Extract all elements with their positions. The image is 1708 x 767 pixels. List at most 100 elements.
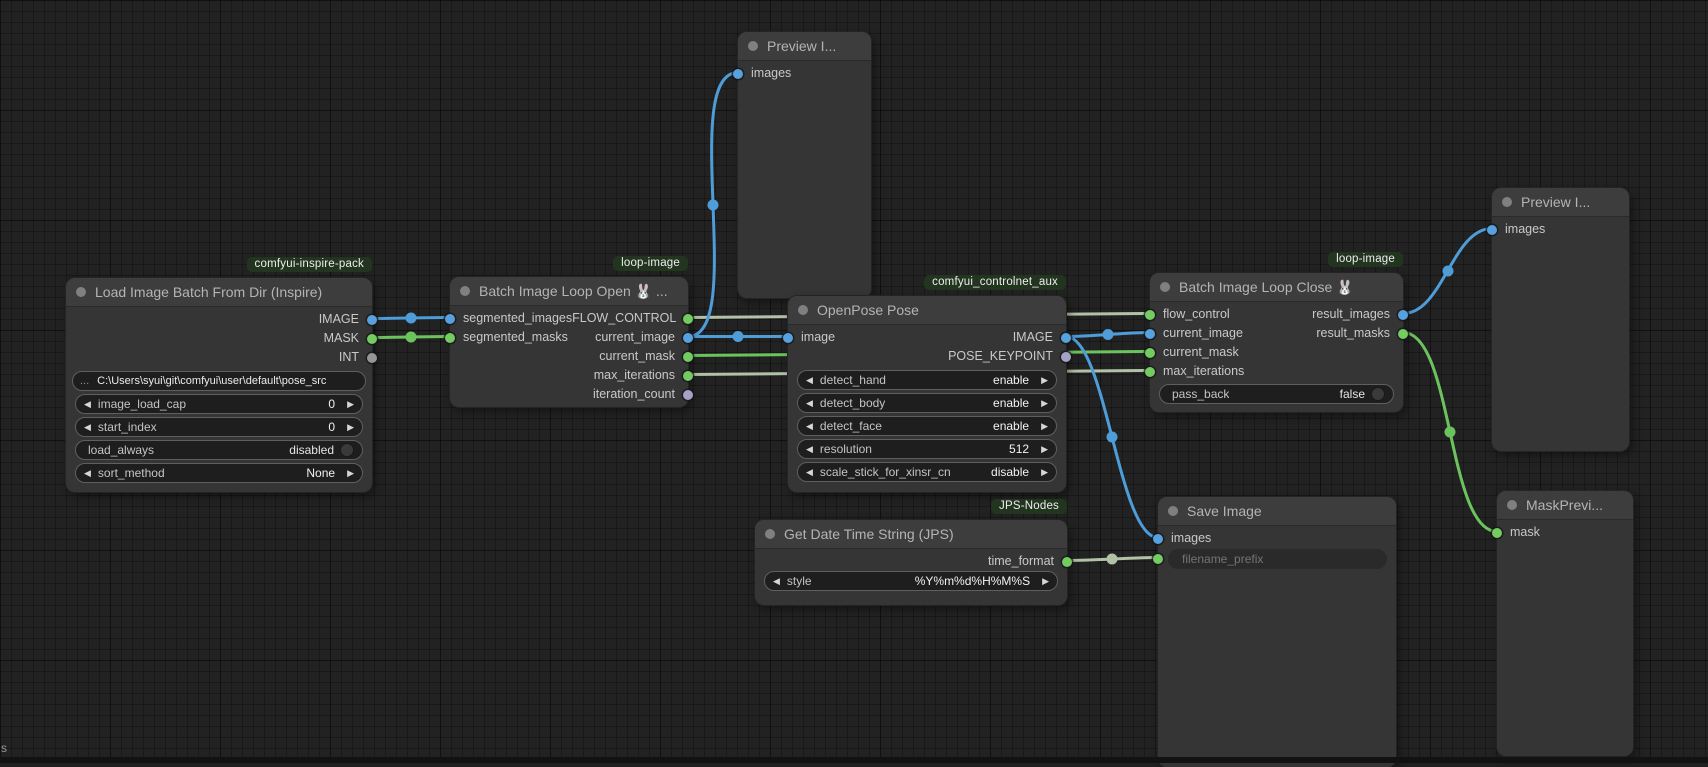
input-port-mask[interactable] [1492, 528, 1502, 538]
node-load-image-batch[interactable]: comfyui-inspire-pack Load Image Batch Fr… [66, 278, 372, 492]
link-dot[interactable] [406, 313, 417, 324]
collapse-dot-icon[interactable] [460, 286, 470, 296]
detect-body-widget[interactable]: detect_body enable [797, 393, 1057, 413]
node-title-bar[interactable]: Preview I... [1492, 188, 1629, 217]
input-port-images[interactable] [733, 69, 743, 79]
decrement-arrow-icon[interactable] [773, 577, 780, 586]
decrement-arrow-icon[interactable] [84, 469, 91, 478]
collapse-dot-icon[interactable] [1160, 282, 1170, 292]
increment-arrow-icon[interactable] [347, 400, 354, 409]
node-save-image[interactable]: Save Image images filename_prefix [1158, 497, 1396, 767]
increment-arrow-icon[interactable] [347, 423, 354, 432]
collapse-dot-icon[interactable] [1507, 500, 1517, 510]
input-port-image[interactable] [783, 333, 793, 343]
output-port-current-mask[interactable] [683, 352, 693, 362]
node-get-date-time-string[interactable]: JPS-Nodes Get Date Time String (JPS) tim… [755, 520, 1067, 605]
input-port-images[interactable] [1153, 534, 1163, 544]
node-title-bar[interactable]: Get Date Time String (JPS) [755, 520, 1067, 549]
node-preview-image-right[interactable]: Preview I... images [1492, 188, 1629, 451]
scale-stick-widget[interactable]: scale_stick_for_xinsr_cn disable [797, 462, 1057, 482]
sort-method-widget[interactable]: sort_method None [75, 463, 363, 483]
node-preview-image-top[interactable]: Preview I... images [738, 32, 871, 298]
decrement-arrow-icon[interactable] [806, 376, 813, 385]
increment-arrow-icon[interactable] [1042, 577, 1049, 586]
collapse-dot-icon[interactable] [748, 41, 758, 51]
output-slot-label: IMAGE [319, 310, 359, 329]
output-port-max-iterations[interactable] [683, 371, 693, 381]
output-port-flow-control[interactable] [683, 314, 693, 324]
decrement-arrow-icon[interactable] [806, 399, 813, 408]
output-port-time-format[interactable] [1062, 557, 1072, 567]
decrement-arrow-icon[interactable] [806, 445, 813, 454]
output-port-pose-keypoint[interactable] [1061, 352, 1071, 362]
image-load-cap-widget[interactable]: image_load_cap 0 [75, 394, 363, 414]
link-dot[interactable] [708, 200, 719, 211]
output-port-iteration-count[interactable] [683, 390, 693, 400]
input-port-segmented-images[interactable] [445, 314, 455, 324]
node-title-bar[interactable]: MaskPrevi... [1497, 491, 1633, 520]
toggle-knob-icon[interactable] [340, 443, 354, 457]
collapse-dot-icon[interactable] [76, 287, 86, 297]
link-dot[interactable] [1103, 329, 1114, 340]
increment-arrow-icon[interactable] [1041, 376, 1048, 385]
widget-value: disabled [289, 443, 334, 457]
input-port-images[interactable] [1487, 225, 1497, 235]
output-slot-label: MASK [324, 329, 359, 348]
node-batch-image-loop-close[interactable]: loop-image Batch Image Loop Close 🐰 flow… [1150, 273, 1403, 412]
link-dot[interactable] [733, 331, 744, 342]
link-dot[interactable] [1443, 266, 1454, 277]
increment-arrow-icon[interactable] [1041, 399, 1048, 408]
increment-arrow-icon[interactable] [1041, 445, 1048, 454]
slot-row: max_iterations [450, 366, 688, 385]
decrement-arrow-icon[interactable] [806, 468, 813, 477]
widget-label: load_always [88, 443, 154, 457]
input-port-max-iterations[interactable] [1145, 367, 1155, 377]
node-title: Get Date Time String (JPS) [784, 526, 954, 542]
node-mask-preview[interactable]: MaskPrevi... mask [1497, 491, 1633, 756]
input-port-current-mask[interactable] [1145, 348, 1155, 358]
increment-arrow-icon[interactable] [347, 469, 354, 478]
decrement-arrow-icon[interactable] [806, 422, 813, 431]
output-port-current-image[interactable] [683, 333, 693, 343]
toggle-knob-icon[interactable] [1371, 387, 1385, 401]
output-port-int[interactable] [367, 353, 377, 363]
node-title-bar[interactable]: OpenPose Pose [788, 296, 1066, 325]
node-title-bar[interactable]: Batch Image Loop Open 🐰 ... [450, 277, 688, 306]
input-port-flow-control[interactable] [1145, 310, 1155, 320]
pass-back-toggle[interactable]: pass_back false [1159, 384, 1394, 404]
collapse-dot-icon[interactable] [1168, 506, 1178, 516]
output-port-image[interactable] [1061, 333, 1071, 343]
link-dot[interactable] [1445, 427, 1456, 438]
detect-face-widget[interactable]: detect_face enable [797, 416, 1057, 436]
style-widget[interactable]: style %Y%m%d%H%M%S [764, 571, 1058, 591]
collapse-dot-icon[interactable] [765, 529, 775, 539]
detect-hand-widget[interactable]: detect_hand enable [797, 370, 1057, 390]
input-port-current-image[interactable] [1145, 329, 1155, 339]
node-title-bar[interactable]: Load Image Batch From Dir (Inspire) [66, 278, 372, 307]
node-title-bar[interactable]: Save Image [1158, 497, 1396, 526]
start-index-widget[interactable]: start_index 0 [75, 417, 363, 437]
directory-path-widget[interactable]: ... C:\Users\syui\git\comfyui\user\defau… [72, 371, 366, 391]
input-port-segmented-masks[interactable] [445, 333, 455, 343]
node-openpose-pose[interactable]: comfyui_controlnet_aux OpenPose Pose ima… [788, 296, 1066, 492]
input-port-filename-prefix[interactable] [1153, 554, 1163, 564]
output-port-result-masks[interactable] [1398, 329, 1408, 339]
output-port-mask[interactable] [367, 334, 377, 344]
link-dot[interactable] [1107, 432, 1118, 443]
output-port-result-images[interactable] [1398, 310, 1408, 320]
output-port-image[interactable] [367, 315, 377, 325]
collapse-dot-icon[interactable] [1502, 197, 1512, 207]
node-title-bar[interactable]: Batch Image Loop Close 🐰 [1150, 273, 1403, 302]
resolution-widget[interactable]: resolution 512 [797, 439, 1057, 459]
increment-arrow-icon[interactable] [1041, 468, 1048, 477]
decrement-arrow-icon[interactable] [84, 423, 91, 432]
decrement-arrow-icon[interactable] [84, 400, 91, 409]
link-dot[interactable] [406, 332, 417, 343]
node-batch-image-loop-open[interactable]: loop-image Batch Image Loop Open 🐰 ... s… [450, 277, 688, 407]
collapse-dot-icon[interactable] [798, 305, 808, 315]
load-always-toggle[interactable]: load_always disabled [75, 440, 363, 460]
node-title-bar[interactable]: Preview I... [738, 32, 871, 61]
link-dot[interactable] [1107, 554, 1118, 565]
filename-prefix-widget[interactable]: filename_prefix [1168, 549, 1387, 569]
increment-arrow-icon[interactable] [1041, 422, 1048, 431]
